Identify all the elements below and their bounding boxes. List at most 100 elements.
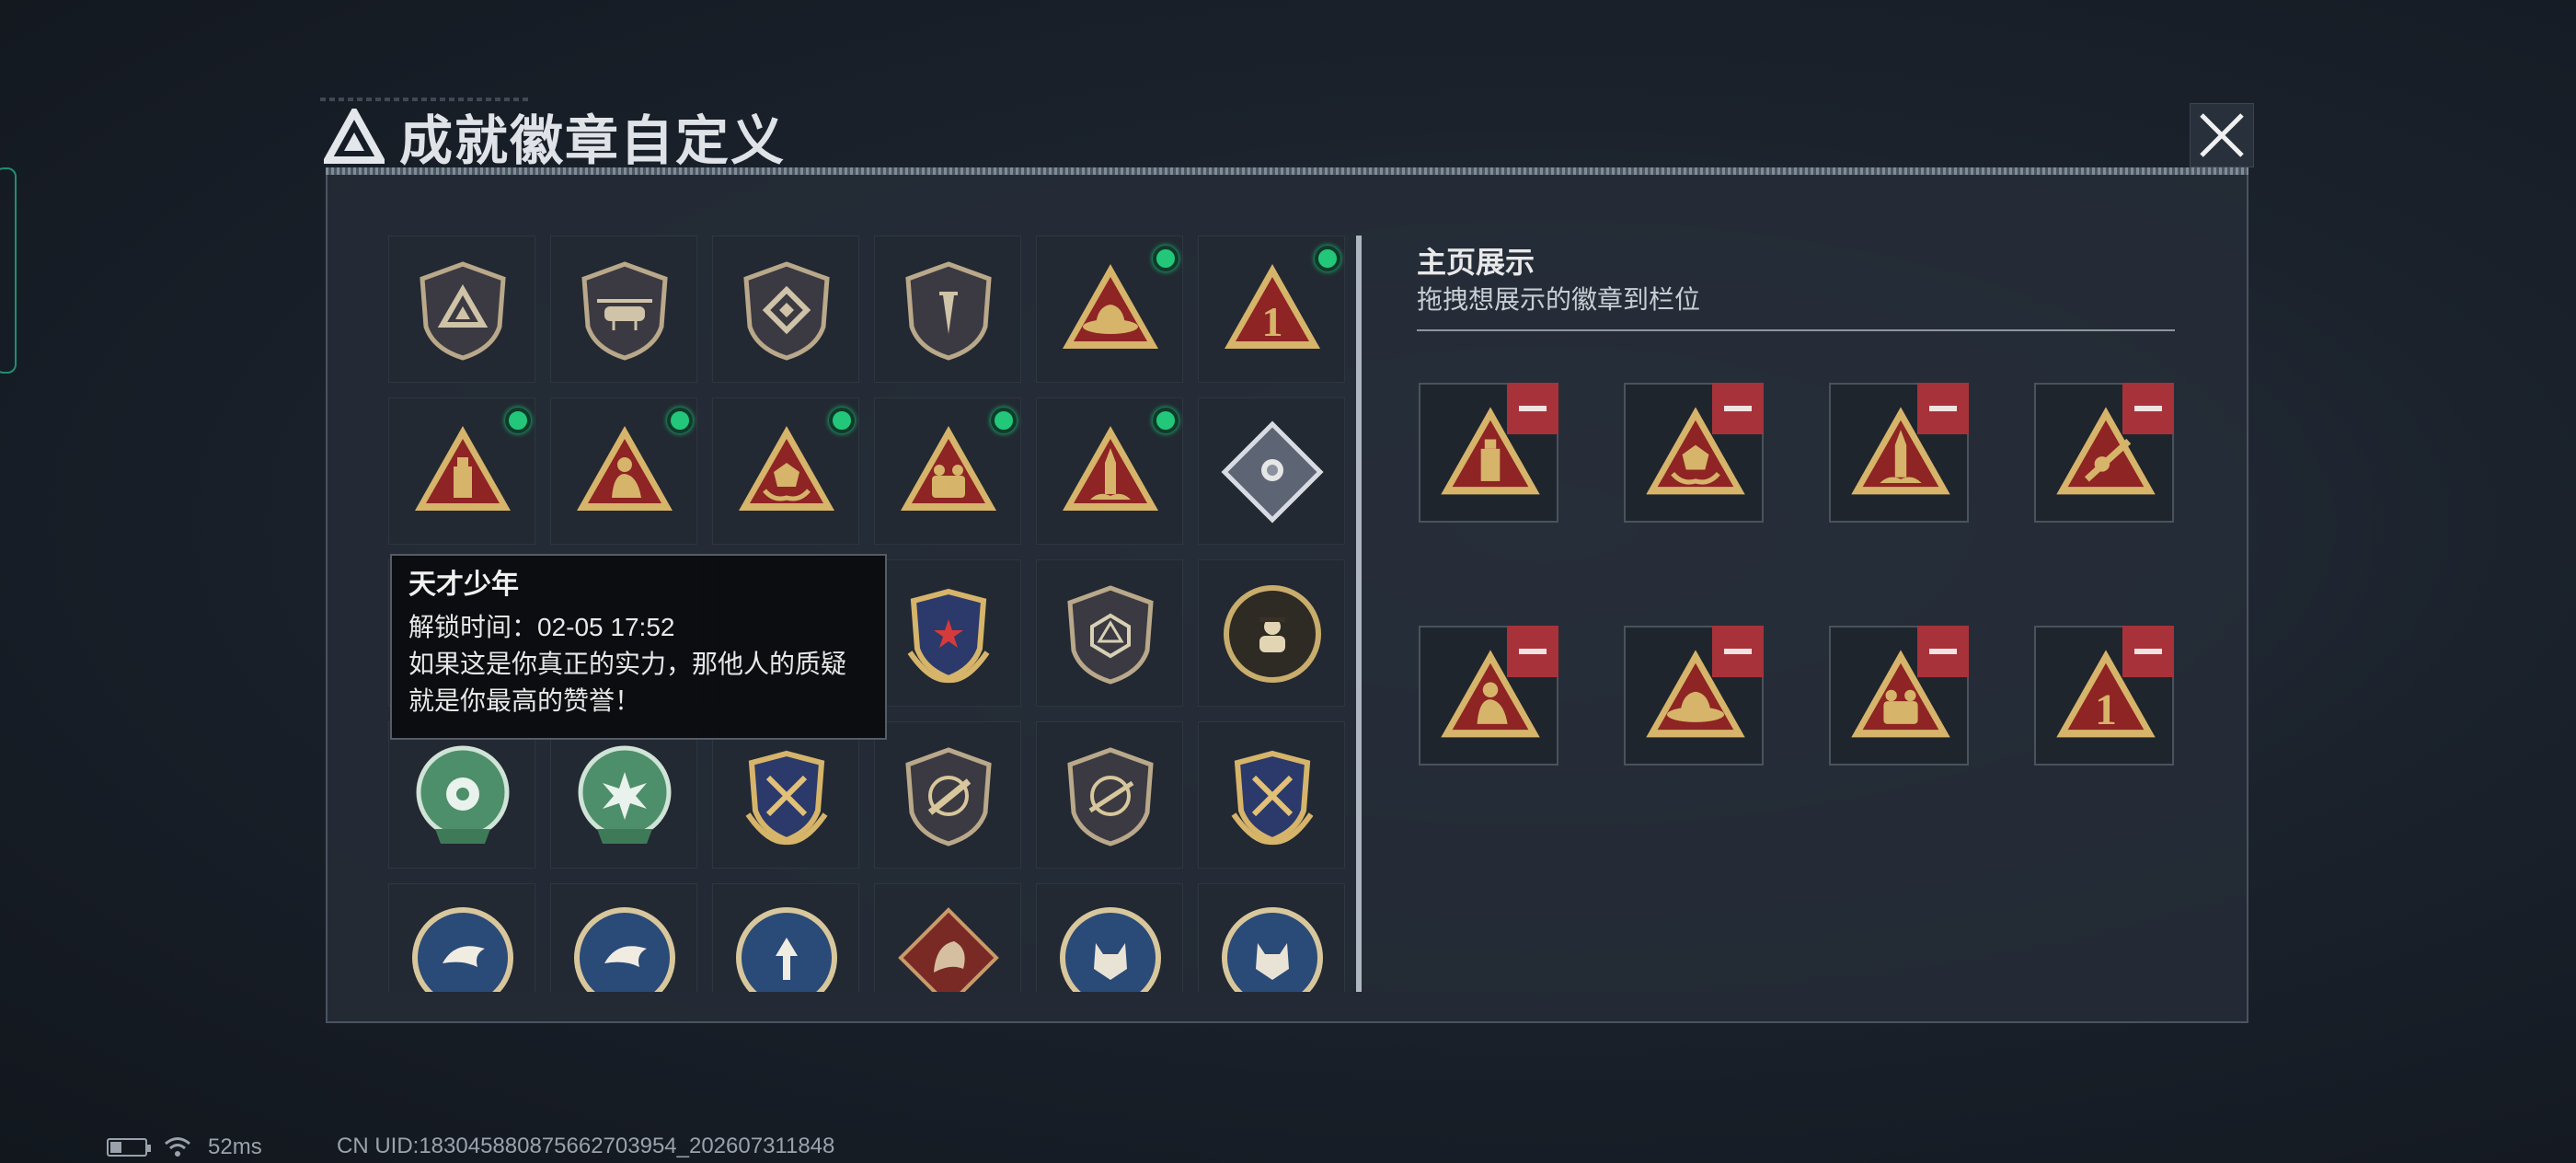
showcase-slot[interactable]: 1 xyxy=(2034,626,2174,766)
badge-cell[interactable] xyxy=(1036,721,1183,869)
badge-cell[interactable] xyxy=(874,721,1021,869)
badge-tooltip: 天才少年 解锁时间：02-05 17:52 如果这是你真正的实力，那他人的质疑就… xyxy=(390,554,887,740)
badge-cell[interactable] xyxy=(712,721,859,869)
badge-cell[interactable] xyxy=(550,883,697,992)
badge-cell[interactable] xyxy=(550,721,697,869)
user-uid: CN UID:18304588087566270395​4_2026073118… xyxy=(337,1134,835,1158)
remove-badge-button[interactable] xyxy=(1917,383,1969,434)
panel-top-border xyxy=(326,167,2248,175)
badge-cell[interactable] xyxy=(874,397,1021,545)
crossed-rifles-crest-badge-icon xyxy=(745,750,828,846)
green-burst-badge-icon xyxy=(578,745,672,844)
tooltip-unlock-time: 解锁时间：02-05 17:52 xyxy=(408,613,675,641)
usb-drive-triangle-badge-icon xyxy=(415,426,511,511)
showcase-slot[interactable] xyxy=(1624,626,1764,766)
page-title: 成就徽章自定义 xyxy=(399,111,787,171)
new-indicator-dot xyxy=(991,408,1017,433)
showcase-slot[interactable] xyxy=(1829,383,1969,523)
showcase-slot[interactable] xyxy=(1624,383,1764,523)
badge-cell[interactable] xyxy=(1198,721,1345,869)
badge-cell[interactable] xyxy=(874,883,1021,992)
minus-icon xyxy=(1724,649,1752,654)
badge-cell[interactable] xyxy=(388,883,535,992)
close-button[interactable] xyxy=(2190,103,2254,167)
remove-badge-button[interactable] xyxy=(1712,383,1764,434)
showcase-subtitle: 拖拽想展示的徽章到栏位 xyxy=(1417,285,1701,314)
minus-icon xyxy=(1724,406,1752,411)
showcase-slot[interactable] xyxy=(1829,626,1969,766)
eagle-medal-badge-icon xyxy=(412,907,513,992)
grid-scrollbar-thumb[interactable] xyxy=(1356,236,1362,992)
badge-cell[interactable] xyxy=(712,397,859,545)
rifle-shield-badge-icon xyxy=(905,747,992,846)
diamond-emblem-badge-icon xyxy=(743,261,830,361)
new-indicator-dot xyxy=(1153,408,1179,433)
badge-cell[interactable]: 1 xyxy=(1198,236,1345,383)
status-bar: 52ms xyxy=(107,1134,262,1159)
rocket-triangle-badge-icon xyxy=(1063,426,1158,511)
sniper-shield-badge-icon xyxy=(1067,747,1154,846)
battery-icon xyxy=(107,1138,151,1157)
tooltip-badge-name: 天才少年 xyxy=(408,570,519,600)
showcase-divider xyxy=(1417,329,2175,331)
showcase-title: 主页展示 xyxy=(1417,246,1535,279)
minus-icon xyxy=(2134,649,2162,654)
badge-cell[interactable] xyxy=(712,883,859,992)
dice-hands-triangle-badge-icon xyxy=(739,426,834,511)
ping-value: 52ms xyxy=(208,1134,262,1159)
badge-cell[interactable] xyxy=(1036,883,1183,992)
showcase-slot[interactable] xyxy=(1419,383,1558,523)
hat-triangle-badge-icon xyxy=(1063,264,1158,349)
badge-cell[interactable] xyxy=(1036,559,1183,707)
spy-circle-badge-icon xyxy=(1224,585,1321,683)
dagger-badge-icon xyxy=(905,261,992,361)
badge-cell[interactable] xyxy=(1036,236,1183,383)
close-icon xyxy=(2200,113,2244,157)
badge-cell[interactable] xyxy=(550,397,697,545)
green-mech-badge-icon xyxy=(416,745,510,844)
showcase-slot[interactable] xyxy=(2034,383,2174,523)
remove-badge-button[interactable] xyxy=(1712,626,1764,677)
wolf-medal-badge-icon xyxy=(1222,907,1323,992)
minus-icon xyxy=(1929,649,1957,654)
minus-icon xyxy=(2134,406,2162,411)
eagle-medal-badge-icon xyxy=(574,907,675,992)
remove-badge-button[interactable] xyxy=(1917,626,1969,677)
badge-cell[interactable] xyxy=(388,721,535,869)
new-indicator-dot xyxy=(1153,246,1179,271)
dragon-diamond-badge-icon xyxy=(898,907,999,992)
showcase-slot[interactable] xyxy=(1419,626,1558,766)
svg-text:1: 1 xyxy=(1262,298,1283,345)
badge-cell[interactable] xyxy=(874,236,1021,383)
svg-text:1: 1 xyxy=(2095,686,2117,734)
d20-shield-badge-icon xyxy=(1067,585,1154,685)
star-crest-badge-icon xyxy=(907,588,990,684)
remove-badge-button[interactable] xyxy=(2122,383,2174,434)
side-edge-tab[interactable] xyxy=(0,167,17,374)
new-indicator-dot xyxy=(1315,246,1340,271)
rose-diamond-badge-icon xyxy=(1221,420,1324,524)
kneeling-figure-triangle-badge-icon xyxy=(577,426,673,511)
badge-cell[interactable] xyxy=(550,236,697,383)
badge-cell[interactable] xyxy=(1198,883,1345,992)
new-indicator-dot xyxy=(829,408,855,433)
minus-icon xyxy=(1929,406,1957,411)
window-header: 成就徽章自定义 xyxy=(324,99,786,173)
badge-cell[interactable] xyxy=(874,559,1021,707)
arrow-medal-badge-icon xyxy=(736,907,837,992)
badge-cell[interactable] xyxy=(1198,559,1345,707)
badge-cell[interactable] xyxy=(388,397,535,545)
badge-cell[interactable] xyxy=(712,236,859,383)
wifi-icon xyxy=(165,1137,190,1157)
remove-badge-button[interactable] xyxy=(1507,626,1558,677)
badge-cell[interactable] xyxy=(1036,397,1183,545)
badge-cell[interactable] xyxy=(1198,397,1345,545)
number-one-triangle-badge-icon: 1 xyxy=(1225,264,1320,349)
new-indicator-dot xyxy=(667,408,693,433)
wolf-medal-badge-icon xyxy=(1060,907,1161,992)
remove-badge-button[interactable] xyxy=(1507,383,1558,434)
showcase-slots: 1 xyxy=(1419,383,2174,766)
remove-badge-button[interactable] xyxy=(2122,626,2174,677)
badge-cell[interactable] xyxy=(388,236,535,383)
delta-logo-icon xyxy=(324,109,385,164)
